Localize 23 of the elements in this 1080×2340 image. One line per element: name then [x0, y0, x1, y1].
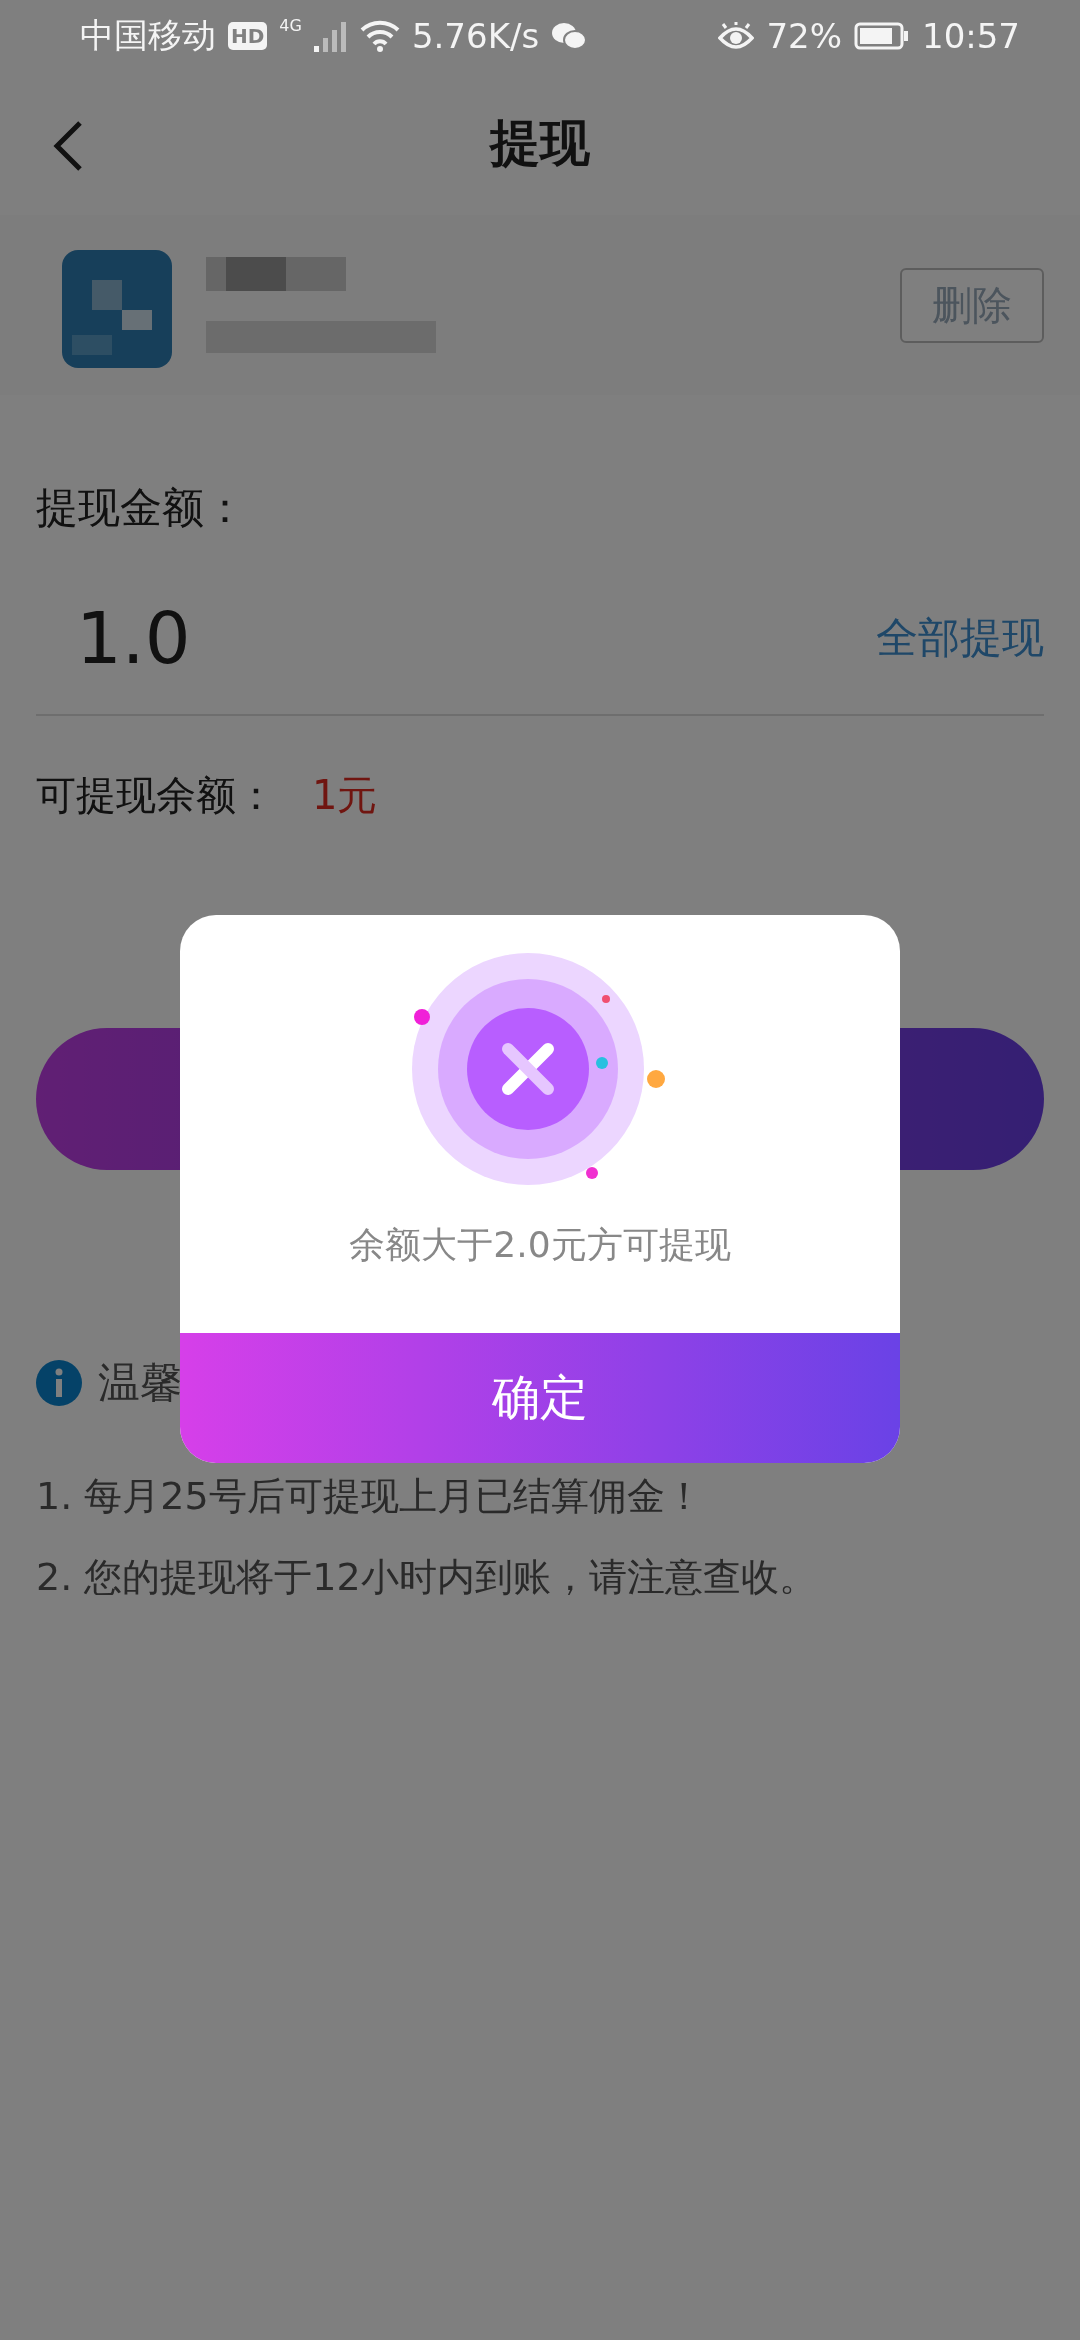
back-icon[interactable] — [52, 120, 84, 172]
tip-text: 2. 您的提现将于12小时内到账，请注意查收。 — [36, 1554, 818, 1601]
dialog-message: 余额大于2.0元方可提现 — [349, 1223, 731, 1267]
balance-label: 可提现余额： — [36, 771, 276, 820]
wifi-icon — [359, 20, 400, 52]
carrier-name: 中国移动 — [80, 14, 216, 57]
amount-field[interactable]: 1.0 — [76, 596, 876, 680]
confirm-button[interactable]: 确定 — [180, 1333, 900, 1463]
eye-icon — [718, 22, 755, 50]
page-title: 提现 — [490, 113, 590, 174]
balance-value: 1元 — [312, 771, 378, 820]
withdraw-all-link[interactable]: 全部提现 — [876, 610, 1044, 666]
signal-icon — [313, 20, 348, 52]
hd-badge: HD — [228, 22, 268, 50]
network-type: 4G — [279, 16, 302, 35]
battery-icon — [854, 22, 910, 50]
clock: 10:57 — [922, 16, 1020, 56]
network-speed: 5.76K/s — [411, 16, 540, 56]
tips-title: 温馨 — [98, 1357, 182, 1409]
amount-label: 提现金额： — [36, 482, 247, 534]
tip-text: 1. 每月25号后可提现上月已结算佣金！ — [36, 1473, 704, 1520]
info-icon — [36, 1360, 82, 1406]
battery-percent: 72% — [766, 16, 842, 56]
